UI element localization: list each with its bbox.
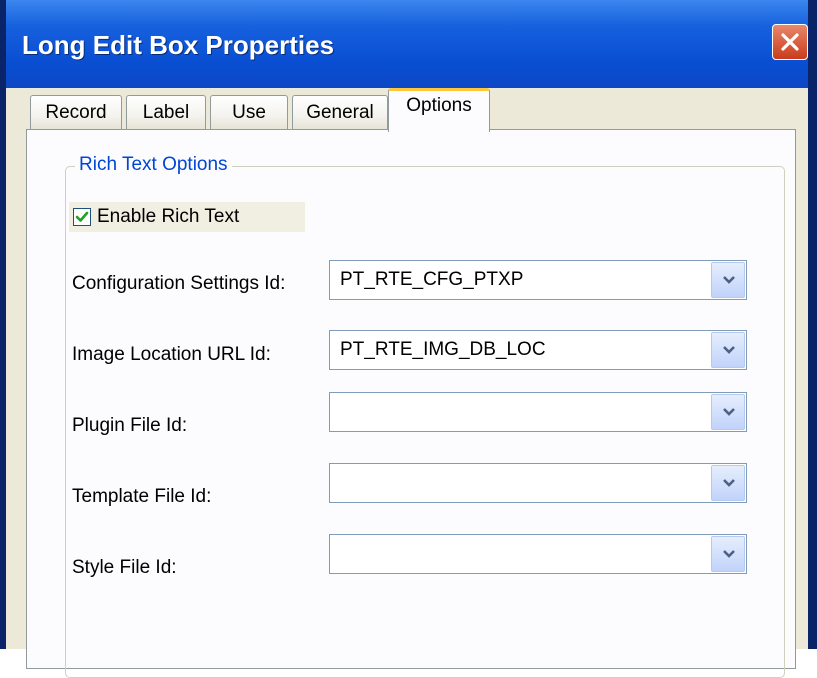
checkbox-box[interactable]	[73, 208, 91, 226]
group-title: Rich Text Options	[75, 154, 232, 176]
chevron-down-icon	[723, 408, 735, 416]
image-location-url-label: Image Location URL Id:	[72, 344, 271, 365]
window-border-right	[808, 0, 817, 649]
chevron-down-icon	[723, 479, 735, 487]
close-button[interactable]	[772, 24, 808, 60]
tab-label: Use	[232, 101, 266, 123]
dropdown-button[interactable]	[711, 536, 745, 572]
tab-label: Record	[45, 101, 107, 123]
checkmark-icon	[75, 211, 89, 222]
tab-label: Options	[406, 95, 472, 116]
tab-label: General	[306, 101, 374, 123]
tab-use[interactable]: Use	[210, 95, 288, 129]
dropdown-button[interactable]	[711, 262, 745, 298]
title-bar[interactable]: Long Edit Box Properties	[6, 0, 808, 88]
tab-options[interactable]: Options	[388, 88, 490, 132]
style-file-label: Style File Id:	[72, 557, 177, 578]
checkbox-label: Enable Rich Text	[97, 206, 240, 227]
plugin-file-label: Plugin File Id:	[72, 415, 188, 436]
dropdown-button[interactable]	[711, 332, 745, 368]
style-file-dropdown[interactable]	[329, 534, 747, 574]
template-file-label: Template File Id:	[72, 486, 212, 507]
close-icon	[781, 33, 799, 51]
dropdown-value: PT_RTE_CFG_PTXP	[340, 269, 524, 290]
tab-general[interactable]: General	[292, 95, 388, 129]
template-file-dropdown[interactable]	[329, 463, 747, 503]
dropdown-button[interactable]	[711, 465, 745, 501]
tab-record[interactable]: Record	[30, 95, 122, 129]
window-title: Long Edit Box Properties	[22, 30, 335, 60]
enable-rich-text-checkbox[interactable]: Enable Rich Text	[69, 202, 305, 232]
tab-label[interactable]: Label	[126, 95, 206, 129]
image-location-url-dropdown[interactable]: PT_RTE_IMG_DB_LOC	[329, 330, 747, 370]
plugin-file-dropdown[interactable]	[329, 392, 747, 432]
chevron-down-icon	[723, 276, 735, 284]
configuration-settings-label: Configuration Settings Id:	[72, 273, 286, 294]
chevron-down-icon	[723, 346, 735, 354]
dialog-client-area: Record Label Use General Options Rich Te…	[6, 88, 808, 678]
configuration-settings-dropdown[interactable]: PT_RTE_CFG_PTXP	[329, 260, 747, 300]
chevron-down-icon	[723, 550, 735, 558]
tab-label: Label	[142, 101, 190, 123]
dropdown-button[interactable]	[711, 394, 745, 430]
dropdown-value: PT_RTE_IMG_DB_LOC	[340, 339, 546, 360]
options-tab-panel: Rich Text Options Enable Rich Text Confi…	[26, 129, 796, 678]
